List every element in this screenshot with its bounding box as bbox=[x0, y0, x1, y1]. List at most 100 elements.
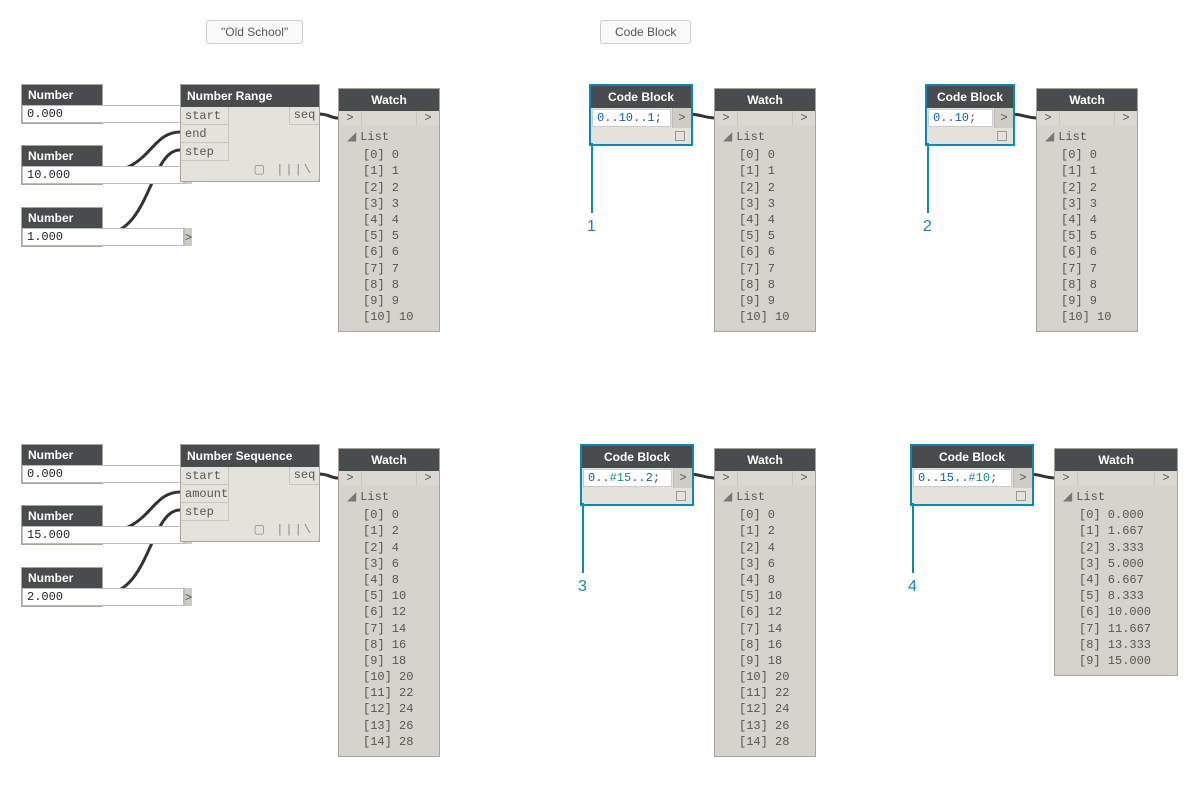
input-port-step[interactable]: step bbox=[181, 503, 229, 521]
node-title: Number Range bbox=[181, 85, 319, 107]
expand-icon[interactable]: ◢ bbox=[347, 489, 356, 505]
callout-2: 2 bbox=[923, 218, 932, 236]
node-title: Watch bbox=[715, 449, 815, 471]
input-port[interactable]: > bbox=[1037, 111, 1060, 125]
number-sequence-node[interactable]: Number Sequence start amount step seq ▢ … bbox=[180, 444, 320, 542]
expand-icon[interactable]: ◢ bbox=[1063, 489, 1072, 505]
node-title: Number bbox=[22, 568, 102, 588]
output-port[interactable]: > bbox=[184, 588, 192, 606]
input-port-start[interactable]: start bbox=[181, 107, 229, 125]
output-port[interactable]: > bbox=[792, 471, 815, 485]
code-block-node-2[interactable]: Code Block 0..10;> bbox=[925, 84, 1015, 146]
node-title: Watch bbox=[1037, 89, 1137, 111]
number-node-start[interactable]: Number > bbox=[21, 84, 103, 124]
preview-icon bbox=[997, 131, 1007, 141]
node-title: Number Sequence bbox=[181, 445, 319, 467]
watch-rows: [0] 0[1] 1[2] 2[3] 3[4] 4[5] 5[6] 6[7] 7… bbox=[723, 147, 811, 325]
code-input[interactable]: 0..15..#10; bbox=[913, 469, 1012, 487]
lacing-icon: ▢ |||\ bbox=[254, 522, 313, 537]
node-title: Number bbox=[22, 506, 102, 526]
input-port[interactable]: > bbox=[1055, 471, 1078, 485]
watch-node[interactable]: Watch >> ◢List[0] 0[1] 1[2] 2[3] 3[4] 4[… bbox=[1036, 88, 1138, 332]
number-node-step[interactable]: Number > bbox=[21, 207, 103, 247]
code-input[interactable]: 0..#15..2; bbox=[583, 469, 672, 487]
input-port-end[interactable]: end bbox=[181, 125, 229, 143]
node-title: Watch bbox=[339, 89, 439, 111]
output-port[interactable]: > bbox=[673, 468, 692, 488]
label-old-school: "Old School" bbox=[206, 20, 303, 44]
input-port[interactable]: > bbox=[715, 471, 738, 485]
output-port[interactable]: > bbox=[184, 228, 192, 246]
node-title: Watch bbox=[1055, 449, 1177, 471]
output-port[interactable]: > bbox=[1013, 468, 1032, 488]
node-title: Watch bbox=[339, 449, 439, 471]
code-block-node-3[interactable]: Code Block 0..#15..2;> bbox=[580, 444, 694, 506]
watch-node[interactable]: Watch >> ◢List[0] 0.000[1] 1.667[2] 3.33… bbox=[1054, 448, 1178, 676]
preview-icon bbox=[676, 491, 686, 501]
lacing-icon: ▢ |||\ bbox=[254, 162, 313, 177]
output-port-seq[interactable]: seq bbox=[289, 467, 319, 485]
node-title: Code Block bbox=[582, 446, 692, 468]
number-node-start[interactable]: Number > bbox=[21, 444, 103, 484]
watch-node[interactable]: Watch >> ◢List[0] 0[1] 2[2] 4[3] 6[4] 8[… bbox=[714, 448, 816, 757]
number-range-node[interactable]: Number Range start end step seq ▢ |||\ bbox=[180, 84, 320, 182]
expand-icon[interactable]: ◢ bbox=[723, 489, 732, 505]
node-title: Number bbox=[22, 445, 102, 465]
callout-4: 4 bbox=[908, 578, 917, 596]
list-label: List bbox=[360, 130, 389, 144]
number-node-amount[interactable]: Number > bbox=[21, 505, 103, 545]
number-node-step[interactable]: Number > bbox=[21, 567, 103, 607]
callout-3: 3 bbox=[578, 578, 587, 596]
node-title: Number bbox=[22, 85, 102, 105]
output-port[interactable]: > bbox=[1154, 471, 1177, 485]
watch-rows: [0] 0[1] 1[2] 2[3] 3[4] 4[5] 5[6] 6[7] 7… bbox=[1045, 147, 1133, 325]
number-input[interactable] bbox=[22, 105, 184, 123]
node-title: Code Block bbox=[927, 86, 1013, 108]
label-code-block: Code Block bbox=[600, 20, 691, 44]
preview-icon bbox=[675, 131, 685, 141]
number-input[interactable] bbox=[22, 465, 184, 483]
watch-node[interactable]: Watch > > ◢ List [0] 0[1] 1[2] 2[3] 3[4] 4… bbox=[338, 88, 440, 332]
watch-rows: [0] 0.000[1] 1.667[2] 3.333[3] 5.000[4] … bbox=[1063, 507, 1173, 669]
code-block-node-4[interactable]: Code Block 0..15..#10;> bbox=[910, 444, 1034, 506]
callout-line bbox=[927, 143, 929, 213]
output-port[interactable]: > bbox=[1114, 111, 1137, 125]
node-title: Code Block bbox=[912, 446, 1032, 468]
output-port[interactable]: > bbox=[416, 471, 439, 485]
output-port[interactable]: > bbox=[994, 108, 1013, 128]
callout-line bbox=[912, 503, 914, 573]
number-input[interactable] bbox=[22, 166, 184, 184]
output-port[interactable]: > bbox=[792, 111, 815, 125]
expand-icon[interactable]: ◢ bbox=[723, 129, 732, 145]
node-title: Number bbox=[22, 208, 102, 228]
output-port[interactable]: > bbox=[416, 111, 439, 125]
watch-node[interactable]: Watch >> ◢List[0] 0[1] 1[2] 2[3] 3[4] 4[… bbox=[714, 88, 816, 332]
input-port-start[interactable]: start bbox=[181, 467, 229, 485]
watch-rows: [0] 0[1] 2[2] 4[3] 6[4] 8[5] 10[6] 12[7]… bbox=[723, 507, 811, 750]
node-title: Code Block bbox=[591, 86, 691, 108]
number-input[interactable] bbox=[22, 588, 184, 606]
number-node-end[interactable]: Number > bbox=[21, 145, 103, 185]
watch-node[interactable]: Watch >> ◢List[0] 0[1] 2[2] 4[3] 6[4] 8[… bbox=[338, 448, 440, 757]
input-port[interactable]: > bbox=[715, 111, 738, 125]
node-title: Number bbox=[22, 146, 102, 166]
code-block-node-1[interactable]: Code Block 0..10..1;> bbox=[589, 84, 693, 146]
callout-1: 1 bbox=[587, 218, 596, 236]
expand-icon[interactable]: ◢ bbox=[1045, 129, 1054, 145]
number-input[interactable] bbox=[22, 228, 184, 246]
code-input[interactable]: 0..10; bbox=[928, 109, 993, 127]
callout-line bbox=[591, 143, 593, 213]
expand-icon[interactable]: ◢ bbox=[347, 129, 356, 145]
number-input[interactable] bbox=[22, 526, 184, 544]
code-input[interactable]: 0..10..1; bbox=[592, 109, 671, 127]
node-title: Watch bbox=[715, 89, 815, 111]
input-port-amount[interactable]: amount bbox=[181, 485, 229, 503]
input-port[interactable]: > bbox=[339, 471, 362, 485]
output-port[interactable]: > bbox=[672, 108, 691, 128]
output-port-seq[interactable]: seq bbox=[289, 107, 319, 125]
callout-line bbox=[582, 503, 584, 573]
preview-icon bbox=[1016, 491, 1026, 501]
input-port[interactable]: > bbox=[339, 111, 362, 125]
input-port-step[interactable]: step bbox=[181, 143, 229, 161]
watch-rows: [0] 0[1] 1[2] 2[3] 3[4] 4[5] 5[6] 6[7] 7… bbox=[347, 147, 435, 325]
